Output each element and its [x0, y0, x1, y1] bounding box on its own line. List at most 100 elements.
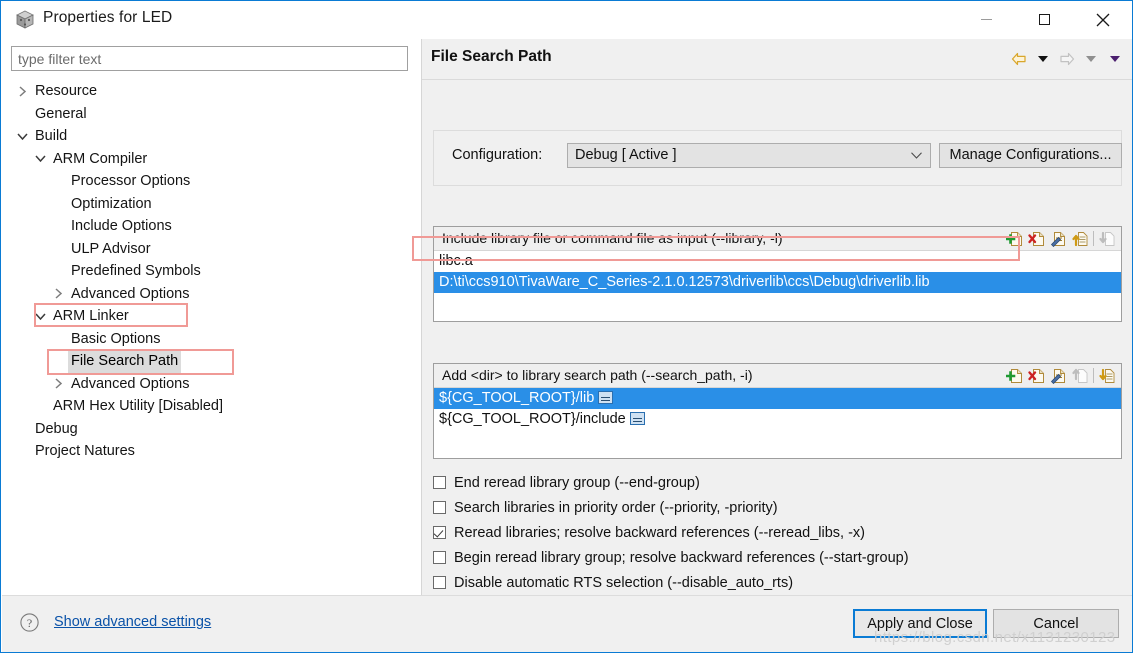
forward-arrow-icon	[1056, 49, 1078, 69]
edit-icon[interactable]	[1048, 366, 1068, 385]
library-list-row-text: libc.a	[439, 253, 473, 269]
toolbar-separator	[1093, 368, 1094, 383]
settings-tree-panel: Resource General Build ARM Compiler Processo…	[2, 39, 421, 595]
move-up-icon[interactable]	[1070, 229, 1090, 248]
back-dropdown-icon[interactable]	[1032, 49, 1054, 69]
chevron-right-icon[interactable]	[50, 283, 66, 306]
linker-option-checkbox-row[interactable]: Search libraries in priority order (--pr…	[433, 495, 1122, 520]
sidebar-item-general[interactable]: General	[2, 103, 421, 126]
sidebar-item-label: Processor Options	[71, 173, 191, 189]
back-arrow-icon[interactable]	[1008, 49, 1030, 69]
add-icon[interactable]	[1004, 366, 1024, 385]
search-path-list-box: Add <dir> to library search path (--sear…	[433, 363, 1122, 459]
checkbox-unchecked-icon[interactable]	[433, 501, 446, 514]
checkbox-checked-icon[interactable]	[433, 526, 446, 539]
sidebar-item-predefined-symbols[interactable]: Predefined Symbols	[2, 260, 421, 283]
page-title: File Search Path	[431, 48, 552, 65]
page-header: File Search Path	[422, 39, 1132, 79]
manage-configurations-button[interactable]: Manage Configurations...	[939, 143, 1122, 168]
search-path-list-row-text: ${CG_TOOL_ROOT}/include	[439, 411, 626, 427]
variable-badge-icon	[598, 390, 614, 404]
close-button[interactable]	[1080, 1, 1126, 38]
checkbox-unchecked-icon[interactable]	[433, 576, 446, 589]
configuration-selected-value: Debug [ Active ]	[575, 147, 677, 163]
sidebar-item-arm-linker[interactable]: ARM Linker	[2, 305, 421, 328]
sidebar-item-optimization[interactable]: Optimization	[2, 193, 421, 216]
page-body: Configuration: Debug [ Active ] Manage C…	[422, 80, 1132, 595]
sidebar-item-label: Advanced Options	[71, 285, 190, 302]
help-question-icon[interactable]: ?	[20, 613, 39, 632]
sidebar-item-advanced-options[interactable]: Advanced Options	[2, 373, 421, 396]
watermark: https://blog.csdn.net/x1131230123	[874, 629, 1116, 646]
linker-option-checkbox-row[interactable]: End reread library group (--end-group)	[433, 470, 1122, 495]
sidebar-item-label: General	[35, 105, 87, 122]
sidebar-item-label: Resource	[35, 83, 98, 99]
checkbox-unchecked-icon[interactable]	[433, 551, 446, 564]
sidebar-item-processor-options[interactable]: Processor Options	[2, 170, 421, 193]
edit-icon[interactable]	[1048, 229, 1068, 248]
linker-option-label: Begin reread library group; resolve back…	[454, 549, 909, 566]
sidebar-item-build[interactable]: Build	[2, 125, 421, 148]
sidebar-item-label: Predefined Symbols	[71, 263, 201, 279]
sidebar-item-arm-compiler[interactable]: ARM Compiler	[2, 148, 421, 171]
maximize-button[interactable]	[1021, 1, 1067, 38]
sidebar-item-label: Advanced Options	[71, 375, 190, 392]
configuration-select[interactable]: Debug [ Active ]	[567, 143, 931, 168]
sidebar-item-advanced-options[interactable]: Advanced Options	[2, 283, 421, 306]
search-path-list-rows: ${CG_TOOL_ROOT}/lib ${CG_TOOL_ROOT}/inclu…	[434, 388, 1121, 458]
delete-icon[interactable]	[1026, 229, 1046, 248]
search-path-list-header: Add <dir> to library search path (--sear…	[434, 364, 1121, 388]
sidebar-item-basic-options[interactable]: Basic Options	[2, 328, 421, 351]
chevron-down-icon[interactable]	[14, 125, 30, 148]
variable-badge-icon	[629, 411, 645, 425]
minimize-button[interactable]	[963, 1, 1009, 38]
move-down-icon[interactable]	[1097, 366, 1117, 385]
sidebar-item-arm-hex-utility-disabled[interactable]: ARM Hex Utility [Disabled]	[2, 395, 421, 418]
delete-icon[interactable]	[1026, 366, 1046, 385]
chevron-down-icon[interactable]	[32, 305, 48, 328]
move-down-icon	[1097, 229, 1117, 248]
checkbox-unchecked-icon[interactable]	[433, 476, 446, 489]
sidebar-item-debug[interactable]: Debug	[2, 418, 421, 441]
sidebar-item-label: ARM Compiler	[53, 150, 148, 167]
maximize-icon	[1038, 14, 1050, 25]
sidebar-item-label: File Search Path	[68, 350, 182, 373]
configuration-label: Configuration:	[452, 147, 543, 163]
linker-option-checkbox-row[interactable]: Disable automatic RTS selection (--disab…	[433, 570, 1122, 595]
sidebar-item-label: Include Options	[71, 218, 172, 234]
library-list-box: Include library file or command file as …	[433, 226, 1122, 322]
settings-tree: Resource General Build ARM Compiler Processo…	[2, 80, 421, 463]
sidebar-item-resource[interactable]: Resource	[2, 80, 421, 103]
linker-option-checkbox-row[interactable]: Reread libraries; resolve backward refer…	[433, 520, 1122, 545]
sidebar-item-project-natures[interactable]: Project Natures	[2, 440, 421, 463]
filter-input[interactable]	[11, 46, 408, 71]
search-path-list-row[interactable]: ${CG_TOOL_ROOT}/include	[434, 409, 1121, 430]
search-path-list-row[interactable]: ${CG_TOOL_ROOT}/lib	[434, 388, 1121, 409]
view-menu-dropdown-icon[interactable]	[1104, 49, 1126, 69]
configuration-group: Configuration: Debug [ Active ] Manage C…	[433, 130, 1122, 186]
library-list-row[interactable]: libc.a	[434, 251, 1121, 272]
svg-text:?: ?	[27, 616, 32, 630]
sidebar-item-file-search-path[interactable]: File Search Path	[2, 350, 421, 373]
library-list-row[interactable]: D:\ti\ccs910\TivaWare_C_Series-2.1.0.125…	[434, 272, 1121, 293]
sidebar-item-label: ARM Linker	[53, 308, 129, 324]
linker-option-checkbox-row[interactable]: Begin reread library group; resolve back…	[433, 545, 1122, 570]
sidebar-item-include-options[interactable]: Include Options	[2, 215, 421, 238]
show-advanced-settings-link[interactable]: Show advanced settings	[54, 614, 211, 630]
add-icon[interactable]	[1004, 229, 1024, 248]
linker-option-label: Disable automatic RTS selection (--disab…	[454, 574, 794, 591]
minimize-icon	[980, 19, 992, 20]
ccs-cube-icon	[14, 9, 36, 31]
close-icon	[1096, 13, 1110, 26]
chevron-down-icon[interactable]	[32, 148, 48, 171]
chevron-right-icon[interactable]	[50, 373, 66, 396]
chevron-right-icon[interactable]	[14, 80, 30, 103]
sidebar-item-ulp-advisor[interactable]: ULP Advisor	[2, 238, 421, 261]
